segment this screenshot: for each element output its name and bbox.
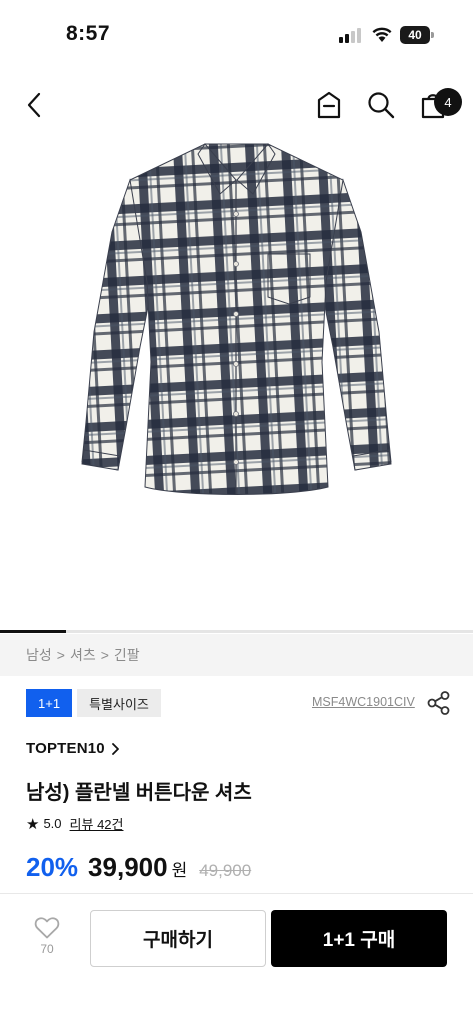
category-menu-button[interactable] bbox=[307, 80, 351, 130]
cellular-signal-icon bbox=[339, 27, 363, 43]
search-button[interactable] bbox=[359, 80, 403, 130]
image-carousel-progress bbox=[0, 630, 67, 633]
price-row: 20% 39,900 원 49,900 bbox=[26, 852, 251, 883]
status-bar: 8:57 40 bbox=[0, 0, 473, 70]
product-image[interactable] bbox=[60, 132, 413, 512]
product-tags: 1+1 특별사이즈 bbox=[26, 689, 161, 717]
breadcrumb-separator: > bbox=[100, 647, 109, 663]
breadcrumb-item[interactable]: 긴팔 bbox=[114, 645, 140, 665]
battery-level: 40 bbox=[400, 26, 430, 44]
product-code[interactable]: MSF4WC1901CIV bbox=[312, 695, 415, 709]
breadcrumb-item[interactable]: 셔츠 bbox=[70, 645, 96, 665]
chevron-right-icon bbox=[111, 742, 119, 755]
wishlist-button[interactable]: 70 bbox=[26, 916, 68, 966]
top-nav bbox=[0, 80, 473, 130]
cart-count-badge: 4 bbox=[434, 88, 462, 116]
special-size-tag: 특별사이즈 bbox=[77, 689, 161, 717]
breadcrumb-item[interactable]: 남성 bbox=[26, 645, 52, 665]
search-icon bbox=[368, 92, 395, 119]
breadcrumb: 남성 > 셔츠 > 긴팔 bbox=[0, 634, 473, 676]
brand-name: TOPTEN10 bbox=[26, 740, 105, 757]
product-name: 남성) 플란넬 버튼다운 셔츠 bbox=[26, 782, 252, 804]
review-link[interactable]: 리뷰 42건 bbox=[70, 814, 124, 833]
currency-label: 원 bbox=[171, 861, 188, 880]
wishlist-count: 70 bbox=[40, 942, 54, 956]
chevron-left-icon bbox=[27, 92, 41, 118]
buy-button[interactable]: 구매하기 bbox=[90, 910, 266, 967]
bottom-action-bar: 70 구매하기 1+1 구매 bbox=[0, 894, 473, 1024]
bundle-tag: 1+1 bbox=[26, 689, 73, 717]
brand-link[interactable]: TOPTEN10 bbox=[26, 740, 119, 757]
wifi-icon bbox=[372, 27, 392, 42]
battery-icon: 40 bbox=[400, 26, 434, 44]
bundle-buy-button[interactable]: 1+1 구매 bbox=[271, 910, 447, 967]
heart-icon bbox=[34, 917, 60, 939]
back-button[interactable] bbox=[12, 80, 56, 130]
star-icon: ★ bbox=[26, 815, 40, 833]
sale-price: 39,900 bbox=[88, 852, 168, 882]
status-time: 8:57 bbox=[66, 22, 111, 45]
share-icon[interactable] bbox=[426, 690, 452, 716]
rating-value: 5.0 bbox=[43, 816, 62, 831]
rating-row: ★ 5.0 리뷰 42건 bbox=[26, 814, 123, 833]
breadcrumb-separator: > bbox=[56, 647, 65, 663]
image-carousel-indicator bbox=[0, 630, 473, 633]
menu-icon bbox=[317, 91, 341, 119]
original-price: 49,900 bbox=[199, 861, 252, 880]
discount-rate: 20% bbox=[26, 852, 79, 882]
